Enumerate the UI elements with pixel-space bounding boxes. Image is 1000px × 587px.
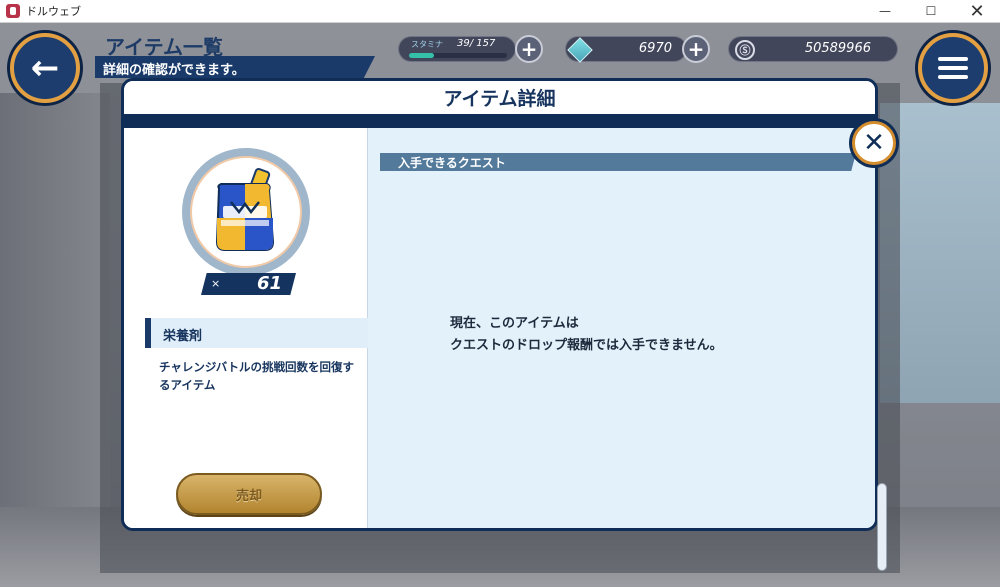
item-name: 栄養剤 [145,318,368,348]
stamina-bar-fill [409,53,434,58]
gem-value: 6970 [638,41,672,56]
background-shelf [0,93,110,513]
quest-section-header: 入手できるクエスト [380,153,856,171]
quest-message-line2: クエストのドロップ報酬では入手できません。 [450,338,723,353]
item-description: チャレンジバトルの挑戦回数を回復するアイテム [159,360,355,392]
item-detail-modal: アイテム詳細 × 61 栄養剤 チャレンジバトルの挑戦回数を回復するアイテム 売… [121,78,878,531]
hamburger-icon [938,57,968,79]
quest-message-line1: 現在、このアイテムは [450,316,579,331]
window-titlebar: ドルウェブ — ☐ ✕ [0,0,1000,23]
item-count: 61 [256,273,282,294]
gem-display: 6970 [565,36,687,63]
quest-panel: 入手できるクエスト 現在、このアイテムは クエストのドロップ報酬では入手できませ… [368,128,875,528]
minimize-button[interactable]: — [862,0,908,22]
modal-title: アイテム詳細 [124,81,875,114]
maximize-button[interactable]: ☐ [908,0,954,22]
stamina-label: スタミナ [411,40,443,49]
nutrient-pouch-icon [215,168,275,251]
coin-icon: Ⓢ [735,40,755,60]
back-button[interactable]: ← [10,33,80,103]
page-subtitle: 詳細の確認ができます。 [95,56,375,78]
window-close-button[interactable]: ✕ [954,0,1000,22]
modal-close-button[interactable]: ✕ [852,121,896,165]
item-image-frame [182,148,310,276]
back-arrow-icon: ← [30,48,60,88]
gem-icon [567,37,593,63]
item-image [190,156,302,268]
menu-button[interactable] [918,33,988,103]
window-title: ドルウェブ [26,5,81,18]
game-scene: ← アイテム一覧 詳細の確認ができます。 スタミナ 39/ 157 + 6970… [0,23,1000,587]
stamina-display: スタミナ 39/ 157 [398,36,516,62]
modal-header-stripe [124,114,875,128]
item-count-badge: × 61 [201,273,296,295]
modal-body: × 61 栄養剤 チャレンジバトルの挑戦回数を回復するアイテム 売却 入手できる… [124,128,875,528]
stamina-bar [409,53,507,58]
scrollbar[interactable] [877,483,887,571]
page-title: アイテム一覧 [105,35,223,59]
stamina-value: 39/ 157 [457,38,496,49]
coin-display: Ⓢ 50589966 [728,36,898,62]
stamina-plus-button[interactable]: + [515,35,543,63]
count-prefix: × [211,277,221,290]
window-controls: — ☐ ✕ [862,0,1000,22]
sell-button[interactable]: 売却 [176,473,322,515]
close-icon: ✕ [863,128,885,158]
coin-value: 50589966 [804,41,871,56]
item-info-panel: × 61 栄養剤 チャレンジバトルの挑戦回数を回復するアイテム 売却 [124,128,368,528]
app-icon [6,4,20,18]
gem-plus-button[interactable]: + [682,35,710,63]
quest-empty-message: 現在、このアイテムは クエストのドロップ報酬では入手できません。 [450,313,723,357]
